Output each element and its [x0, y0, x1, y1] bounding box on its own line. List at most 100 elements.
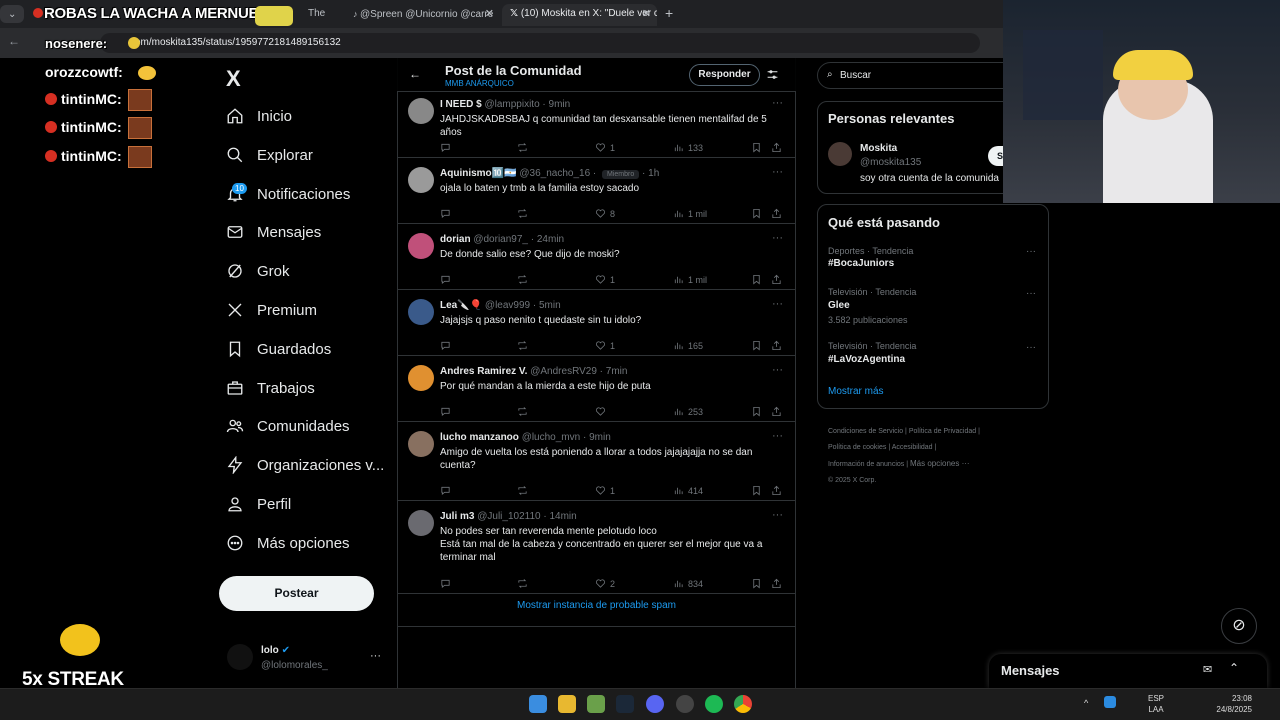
like-action[interactable]: 8 — [595, 208, 615, 219]
account-menu-button[interactable]: ··· — [370, 650, 381, 662]
chevron-up-icon[interactable]: ⌃ — [1229, 661, 1239, 675]
repost-action[interactable] — [517, 485, 532, 496]
bookmark-action[interactable] — [751, 142, 766, 153]
post-item[interactable]: lucho manzanoo @lucho_mvn · 9min ··· Amigo… — [398, 422, 795, 501]
views-action[interactable]: 414 — [673, 485, 703, 496]
post-button[interactable]: Postear — [219, 576, 374, 611]
footer-link[interactable]: Condiciones de Servicio — [828, 428, 903, 435]
bookmark-action[interactable] — [751, 208, 766, 219]
nav-trabajos[interactable]: Trabajos — [226, 374, 315, 402]
like-action[interactable]: 1 — [595, 142, 615, 153]
avatar[interactable] — [408, 167, 434, 193]
like-action[interactable]: 1 — [595, 485, 615, 496]
reply-action[interactable] — [440, 340, 455, 351]
bookmark-action[interactable] — [751, 406, 766, 417]
reply-action[interactable] — [440, 485, 455, 496]
footer-link[interactable]: Más opciones ··· — [910, 459, 970, 468]
post-author[interactable]: Lea🔪🎈 @leav999 · 5min — [440, 300, 561, 311]
reply-action[interactable] — [440, 142, 455, 153]
footer-link[interactable]: Política de cookies — [828, 444, 886, 451]
show-spam-link[interactable]: Mostrar instancia de probable spam — [398, 600, 795, 611]
nav-premium[interactable]: Premium — [226, 296, 317, 324]
grok-icon[interactable]: ⊘ — [1221, 608, 1257, 644]
steam-icon[interactable] — [616, 695, 634, 713]
views-action[interactable]: 165 — [673, 340, 703, 351]
views-action[interactable]: 133 — [673, 142, 703, 153]
person-name[interactable]: Moskita — [860, 143, 897, 154]
repost-action[interactable] — [517, 340, 532, 351]
share-action[interactable] — [771, 142, 786, 153]
reply-action[interactable] — [440, 578, 455, 589]
tab-search-button[interactable]: ⌄ — [0, 5, 24, 23]
post-author[interactable]: Andres Ramirez V. @AndresRV29 · 7min — [440, 366, 627, 377]
avatar[interactable] — [408, 233, 434, 259]
trend-more-button[interactable]: ··· — [1026, 288, 1036, 299]
post-more-button[interactable]: ··· — [772, 430, 783, 442]
tab-3[interactable]: ♪ @Spreen @Unicornio @carre ✕ — [345, 4, 500, 26]
nav-comunidades[interactable]: Comunidades — [226, 412, 350, 440]
community-name[interactable]: MMB ANÁRQUICO — [445, 79, 514, 88]
post-more-button[interactable]: ··· — [772, 298, 783, 310]
share-action[interactable] — [771, 485, 786, 496]
views-action[interactable]: 834 — [673, 578, 703, 589]
bookmark-action[interactable] — [751, 578, 766, 589]
bookmark-action[interactable] — [751, 274, 766, 285]
repost-action[interactable] — [517, 406, 532, 417]
footer-link[interactable]: Política de Privacidad — [909, 428, 976, 435]
discord-icon[interactable] — [646, 695, 664, 713]
nav-grok[interactable]: Grok — [226, 257, 290, 285]
like-action[interactable]: 1 — [595, 274, 615, 285]
share-action[interactable] — [771, 274, 786, 285]
nav-organizaciones[interactable]: Organizaciones v... — [226, 451, 384, 479]
views-action[interactable]: 1 mil — [673, 274, 707, 285]
avatar[interactable] — [408, 299, 434, 325]
post-author[interactable]: Juli m3 @Juli_102110 · 14min — [440, 511, 577, 522]
views-action[interactable]: 253 — [673, 406, 703, 417]
post-item[interactable]: I NEED $ @lamppixito · 9min ··· JAHDJSKADB… — [398, 89, 795, 158]
repost-action[interactable] — [517, 578, 532, 589]
post-author[interactable]: dorian @dorian97_ · 24min — [440, 234, 564, 245]
bookmark-action[interactable] — [751, 485, 766, 496]
share-action[interactable] — [771, 208, 786, 219]
nav-perfil[interactable]: Perfil — [226, 490, 291, 518]
footer-link[interactable]: Accesibilidad — [892, 444, 933, 451]
account-name[interactable]: lolo ✔ — [261, 645, 290, 656]
show-more-link[interactable]: Mostrar más — [828, 386, 884, 397]
like-action[interactable]: 1 — [595, 340, 615, 351]
post-author[interactable]: Aquinismo🔟🇦🇷 @36_nacho_16 · Miembro · 1h — [440, 168, 659, 179]
nav-explorar[interactable]: Explorar — [226, 141, 313, 169]
post-item[interactable]: dorian @dorian97_ · 24min ··· De donde sal… — [398, 224, 795, 290]
reply-action[interactable] — [440, 406, 455, 417]
bookmark-action[interactable] — [751, 340, 766, 351]
trend-name[interactable]: Glee — [828, 300, 850, 311]
post-item[interactable]: Lea🔪🎈 @leav999 · 5min ··· Jajajsjs q paso … — [398, 290, 795, 356]
trend-name[interactable]: #LaVozAgentina — [828, 354, 905, 365]
language-indicator[interactable]: ESP LAA — [1148, 693, 1164, 715]
share-action[interactable] — [771, 406, 786, 417]
avatar[interactable] — [408, 431, 434, 457]
back-arrow-icon[interactable]: ← — [409, 67, 421, 81]
new-message-icon[interactable]: ✉ — [1203, 663, 1212, 676]
post-item[interactable]: Juli m3 @Juli_102110 · 14min ··· No podes … — [398, 501, 795, 594]
reply-action[interactable] — [440, 274, 455, 285]
post-more-button[interactable]: ··· — [772, 232, 783, 244]
post-more-button[interactable]: ··· — [772, 509, 783, 521]
avatar[interactable] — [828, 142, 852, 166]
trend-more-button[interactable]: ··· — [1026, 246, 1036, 257]
reply-action[interactable] — [440, 208, 455, 219]
repost-action[interactable] — [517, 274, 532, 285]
sliders-icon[interactable] — [766, 68, 779, 81]
folder-icon[interactable] — [558, 695, 576, 713]
avatar[interactable] — [408, 365, 434, 391]
tray-chevron-icon[interactable]: ^ — [1084, 698, 1088, 708]
spotify-icon[interactable] — [705, 695, 723, 713]
nav-mensajes[interactable]: Mensajes — [226, 218, 321, 246]
new-tab-button[interactable]: + — [665, 5, 673, 21]
nav-inicio[interactable]: Inicio — [226, 102, 292, 130]
avatar[interactable] — [408, 510, 434, 536]
close-icon[interactable]: ✕ — [485, 4, 494, 24]
share-action[interactable] — [771, 578, 786, 589]
repost-action[interactable] — [517, 208, 532, 219]
windows-start-icon[interactable] — [529, 695, 547, 713]
like-action[interactable]: 2 — [595, 578, 615, 589]
